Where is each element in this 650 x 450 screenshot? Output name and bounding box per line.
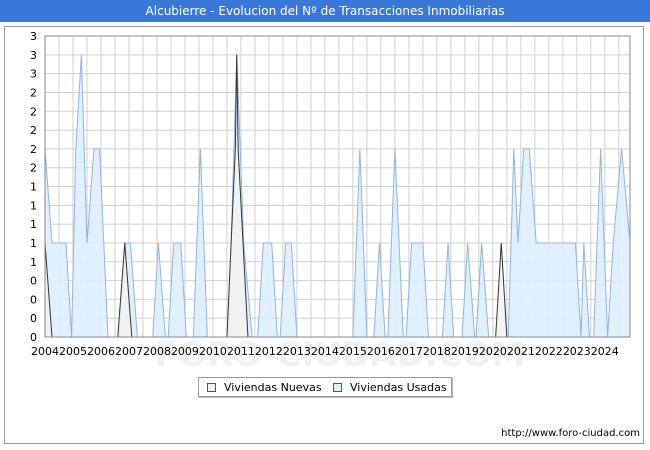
- legend-label-nuevas: Viviendas Nuevas: [224, 381, 322, 394]
- x-tick-label: 2015: [339, 345, 367, 358]
- y-tick-label: 2: [30, 105, 37, 118]
- x-tick-label: 2009: [171, 345, 199, 358]
- y-tick-label: 1: [30, 181, 37, 194]
- x-tick-label: 2022: [535, 345, 563, 358]
- y-tick-label: 2: [30, 162, 37, 175]
- y-tick-label: 1: [30, 218, 37, 231]
- y-tick-label: 3: [30, 68, 37, 81]
- y-tick-label: 1: [30, 237, 37, 250]
- y-tick-label: 1: [30, 199, 37, 212]
- x-tick-label: 2011: [227, 345, 255, 358]
- x-tick-label: 2016: [367, 345, 395, 358]
- x-tick-label: 2013: [283, 345, 311, 358]
- legend: Viviendas Nuevas Viviendas Usadas: [198, 377, 452, 397]
- y-axis-ticks: 0 0 0 0 1 1 1 1 1 2 2 2 2 2 3 3 3: [30, 30, 37, 344]
- x-axis-ticks: 2004 2005 2006 2007 2008 2009 2010 2011 2012 2013…: [31, 345, 619, 358]
- series-viviendas-nuevas-line: [44, 54, 508, 338]
- series-layer: [44, 54, 631, 338]
- y-tick-label: 2: [30, 143, 37, 156]
- x-tick-label: 2017: [395, 345, 423, 358]
- y-tick-label: 2: [30, 86, 37, 99]
- x-tick-label: 2004: [31, 345, 59, 358]
- y-tick-label: 0: [30, 331, 37, 344]
- y-tick-label: 1: [30, 256, 37, 269]
- y-tick-label: 2: [30, 124, 37, 137]
- x-tick-label: 2020: [479, 345, 507, 358]
- y-tick-label: 0: [30, 312, 37, 325]
- y-tick-label: 0: [30, 275, 37, 288]
- x-tick-label: 2019: [451, 345, 479, 358]
- x-tick-label: 2007: [115, 345, 143, 358]
- y-tick-label: 0: [30, 293, 37, 306]
- series-viviendas-nuevas-area: [45, 54, 507, 337]
- legend-swatch-usadas: [333, 383, 342, 392]
- x-tick-label: 2023: [563, 345, 591, 358]
- source-url[interactable]: http://www.foro-ciudad.com: [501, 428, 640, 439]
- legend-swatch-nuevas: [207, 383, 216, 392]
- x-tick-label: 2008: [143, 345, 171, 358]
- x-tick-label: 2021: [507, 345, 535, 358]
- legend-label-usadas: Viviendas Usadas: [350, 381, 447, 394]
- x-tick-label: 2018: [423, 345, 451, 358]
- y-tick-label: 3: [30, 49, 37, 62]
- x-tick-label: 2024: [591, 345, 619, 358]
- x-tick-label: 2010: [199, 345, 227, 358]
- x-tick-label: 2006: [87, 345, 115, 358]
- x-tick-label: 2005: [59, 345, 87, 358]
- series-viviendas-usadas-area: [45, 54, 630, 337]
- x-tick-label: 2012: [255, 345, 283, 358]
- page: Alcubierre - Evolucion del Nº de Transac…: [0, 0, 650, 450]
- y-tick-label: 3: [30, 30, 37, 43]
- x-tick-label: 2014: [311, 345, 339, 358]
